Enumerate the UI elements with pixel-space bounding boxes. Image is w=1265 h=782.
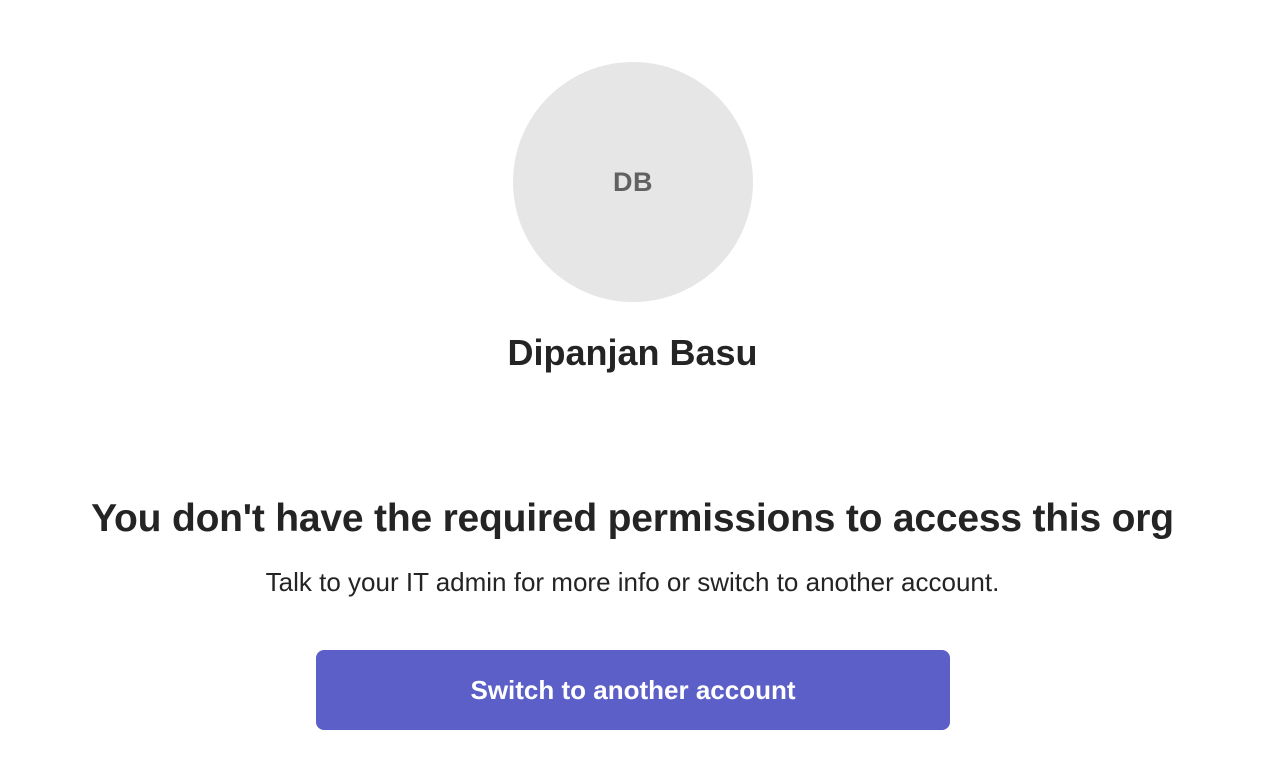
user-name: Dipanjan Basu bbox=[507, 332, 758, 373]
avatar-initials: DB bbox=[613, 166, 653, 197]
switch-account-button[interactable]: Switch to another account bbox=[316, 650, 950, 730]
error-message: Talk to your IT admin for more info or s… bbox=[265, 567, 1000, 597]
avatar: DB bbox=[513, 62, 753, 302]
error-title: You don't have the required permissions … bbox=[91, 497, 1174, 540]
permission-error-page: DB Dipanjan Basu You don't have the requ… bbox=[0, 0, 1265, 782]
